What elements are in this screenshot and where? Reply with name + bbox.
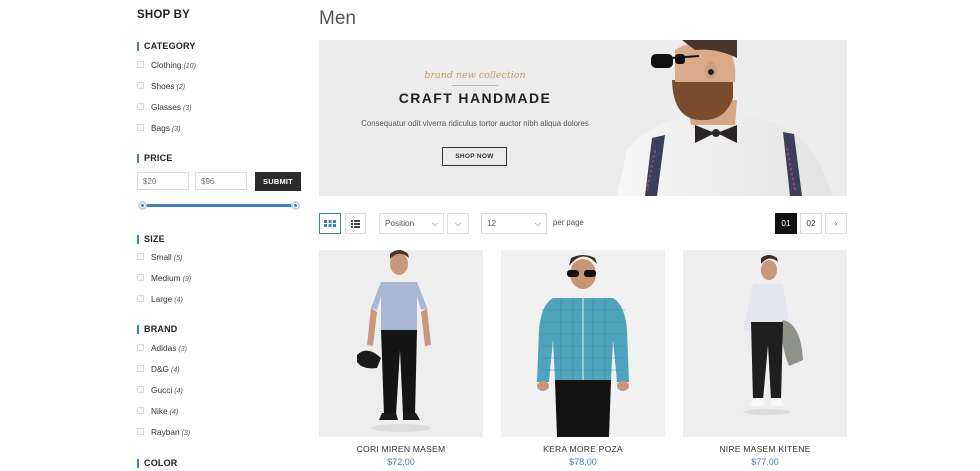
limit-select[interactable]: 12 ⌵ xyxy=(481,213,547,234)
product-price: $78.00 xyxy=(569,457,597,467)
price-filter-title: PRICE xyxy=(137,153,173,163)
product-name[interactable]: NIRE MASEM KITENE xyxy=(683,444,847,454)
page-title: Men xyxy=(319,8,356,29)
option-count: (10) xyxy=(183,63,196,70)
checkbox[interactable] xyxy=(137,103,144,111)
banner-divider xyxy=(452,85,498,86)
chevron-right-icon: › xyxy=(834,218,838,228)
pagination-next-button[interactable]: › xyxy=(825,213,847,234)
option-label: Bags xyxy=(151,123,170,133)
sort-by-select[interactable]: Position ⌵ xyxy=(379,213,444,234)
shop-now-button[interactable]: SHOP NOW xyxy=(442,147,507,166)
size-filter-title: SIZE xyxy=(137,234,165,244)
per-page-label: per page xyxy=(553,218,584,227)
banner-model-photo xyxy=(587,40,847,196)
option-label: Large xyxy=(151,294,173,304)
option-label: Clothing xyxy=(151,60,182,70)
sidebar-title: SHOP BY xyxy=(137,9,190,21)
option-count: (3) xyxy=(182,105,192,112)
brand-filter-title: BRAND xyxy=(137,324,178,334)
price-slider-min-handle[interactable] xyxy=(138,201,147,210)
checkbox[interactable] xyxy=(137,295,144,303)
checkbox[interactable] xyxy=(137,365,144,373)
option-count: (5) xyxy=(173,255,183,262)
pagination-page-1[interactable]: 01 xyxy=(775,213,797,234)
option-count: (2) xyxy=(176,84,186,91)
checkbox[interactable] xyxy=(137,253,144,261)
option-count: (4) xyxy=(170,367,180,374)
chevron-down-icon: ⌵ xyxy=(454,219,462,228)
option-count: (4) xyxy=(174,388,183,395)
option-count: (9) xyxy=(182,276,192,283)
filter-option-glasses[interactable]: Glasses (3) xyxy=(137,101,192,113)
price-submit-button[interactable]: SUBMIT xyxy=(255,172,301,191)
filter-option-medium[interactable]: Medium (9) xyxy=(137,272,191,284)
checkbox[interactable] xyxy=(137,82,144,90)
product-card[interactable]: NIRE MASEM KITENE $77.00 xyxy=(683,250,847,467)
filter-option-dg[interactable]: D&G (4) xyxy=(137,363,180,375)
filter-option-adidas[interactable]: Adidas (3) xyxy=(137,342,187,354)
option-label: D&G xyxy=(151,364,169,374)
option-count: (3) xyxy=(181,430,191,437)
price-max-input[interactable]: $96 xyxy=(195,172,247,190)
color-filter-title: COLOR xyxy=(137,458,178,468)
option-count: (3) xyxy=(178,346,187,353)
checkbox[interactable] xyxy=(137,407,144,415)
limit-value: 12 xyxy=(487,219,497,228)
option-label: Shoes xyxy=(151,81,175,91)
promo-banner: brand new collection CRAFT HANDMADE Cons… xyxy=(319,40,847,196)
price-slider-track[interactable] xyxy=(142,204,296,207)
product-name[interactable]: CORI MIREN MASEM xyxy=(319,444,483,454)
pagination-page-2[interactable]: 02 xyxy=(800,213,822,234)
filter-option-gucci[interactable]: Gucci (4) xyxy=(137,384,183,396)
filter-option-clothing[interactable]: Clothing (10) xyxy=(137,59,196,71)
chevron-down-icon: ⌵ xyxy=(431,219,438,228)
list-view-button[interactable] xyxy=(345,213,366,234)
sort-direction-button[interactable]: ⌵ xyxy=(447,213,469,234)
grid-view-icon xyxy=(324,220,336,227)
checkbox[interactable] xyxy=(137,61,144,69)
filter-option-shoes[interactable]: Shoes (2) xyxy=(137,80,185,92)
option-count: (4) xyxy=(174,297,183,304)
product-price: $72.00 xyxy=(387,457,415,467)
checkbox[interactable] xyxy=(137,386,144,394)
checkbox[interactable] xyxy=(137,344,144,352)
checkbox[interactable] xyxy=(137,274,144,282)
filter-option-nike[interactable]: Nike (4) xyxy=(137,405,178,417)
product-image[interactable] xyxy=(319,250,483,437)
filter-option-bags[interactable]: Bags (3) xyxy=(137,122,180,134)
option-label: Adidas xyxy=(151,343,177,353)
product-name[interactable]: KERA MORE POZA xyxy=(501,444,665,454)
option-count: (3) xyxy=(171,126,181,133)
option-label: Nike xyxy=(151,406,168,416)
filter-option-rayban[interactable]: Rayban (3) xyxy=(137,426,190,438)
sort-value: Position xyxy=(385,219,415,228)
grid-view-button[interactable] xyxy=(319,213,341,234)
product-price: $77.00 xyxy=(751,457,779,467)
chevron-down-icon: ⌵ xyxy=(534,219,541,228)
checkbox[interactable] xyxy=(137,428,144,436)
price-slider-max-handle[interactable] xyxy=(291,201,300,210)
option-label: Small xyxy=(151,252,172,262)
banner-description: Consequatur odit viverra ridiculus torto… xyxy=(361,119,589,128)
option-count: (4) xyxy=(169,409,179,416)
product-card[interactable]: CORI MIREN MASEM $72.00 xyxy=(319,250,483,467)
option-label: Glasses xyxy=(151,102,181,112)
product-card[interactable]: KERA MORE POZA $78.00 xyxy=(501,250,665,467)
product-image[interactable] xyxy=(683,250,847,437)
product-image[interactable] xyxy=(501,250,665,437)
price-min-input[interactable]: $20 xyxy=(137,172,189,190)
filter-option-small[interactable]: Small (5) xyxy=(137,251,182,263)
option-label: Medium xyxy=(151,273,181,283)
banner-title: CRAFT HANDMADE xyxy=(398,90,552,106)
option-label: Rayban xyxy=(151,427,180,437)
option-label: Gucci xyxy=(151,385,173,395)
list-view-icon xyxy=(351,220,360,228)
filter-option-large[interactable]: Large (4) xyxy=(137,293,183,305)
checkbox[interactable] xyxy=(137,124,144,132)
banner-subtitle: brand new collection xyxy=(424,70,526,81)
category-filter-title: CATEGORY xyxy=(137,41,196,51)
